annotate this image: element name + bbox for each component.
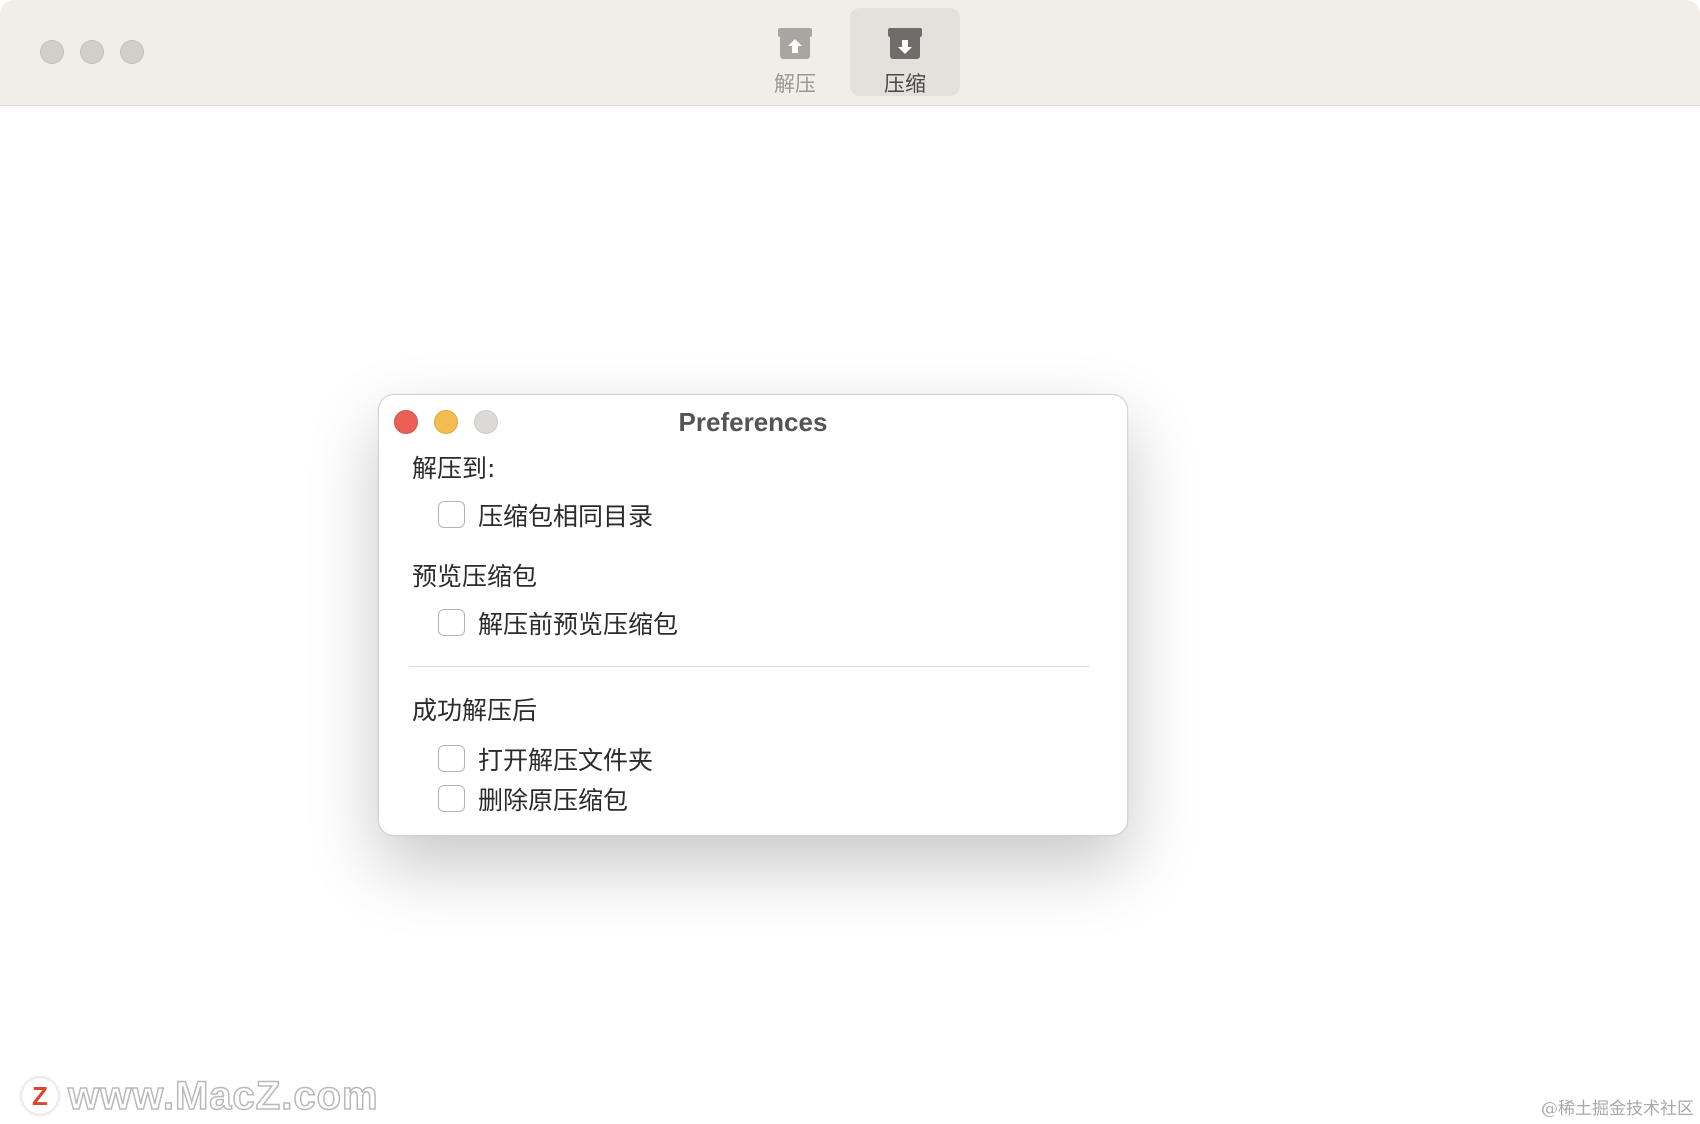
- same-directory-label: 压缩包相同目录: [478, 502, 654, 531]
- main-titlebar: 解压 压缩: [0, 0, 1700, 106]
- divider: [409, 666, 1089, 667]
- extract-to-label: 解压到:: [412, 454, 496, 483]
- watermark-logo: Z: [22, 1078, 58, 1114]
- close-button[interactable]: [40, 40, 64, 64]
- preview-before-extract-label: 解压前预览压缩包: [478, 610, 679, 639]
- open-folder-label: 打开解压文件夹: [478, 746, 654, 775]
- box-upload-icon: [778, 28, 812, 59]
- minimize-button[interactable]: [80, 40, 104, 64]
- watermark-text: www.MacZ.com: [67, 1073, 379, 1119]
- open-folder-checkbox[interactable]: [438, 745, 465, 772]
- preview-archive-label: 预览压缩包: [412, 562, 538, 591]
- toolbar-extract-label: 解压: [774, 72, 816, 96]
- main-window: 解压 压缩 Preferences 解压到: 压缩包相同目录 预览压缩包 解压前…: [0, 0, 1700, 1124]
- prefs-title: Preferences: [678, 407, 828, 437]
- delete-archive-checkbox[interactable]: [438, 785, 465, 812]
- toolbar-extract-button[interactable]: 解压: [740, 8, 850, 96]
- toolbar-compress-label: 压缩: [884, 72, 926, 96]
- box-download-icon: [888, 28, 922, 59]
- preview-before-extract-checkbox[interactable]: [438, 609, 465, 636]
- zoom-button[interactable]: [120, 40, 144, 64]
- preferences-window: Preferences 解压到: 压缩包相同目录 预览压缩包 解压前预览压缩包 …: [378, 394, 1128, 836]
- same-directory-checkbox[interactable]: [438, 501, 465, 528]
- credit-text: @稀土掘金技术社区: [1541, 1099, 1694, 1119]
- after-extract-label: 成功解压后: [412, 696, 538, 725]
- toolbar-compress-button[interactable]: 压缩: [850, 8, 960, 96]
- delete-archive-label: 删除原压缩包: [478, 786, 629, 815]
